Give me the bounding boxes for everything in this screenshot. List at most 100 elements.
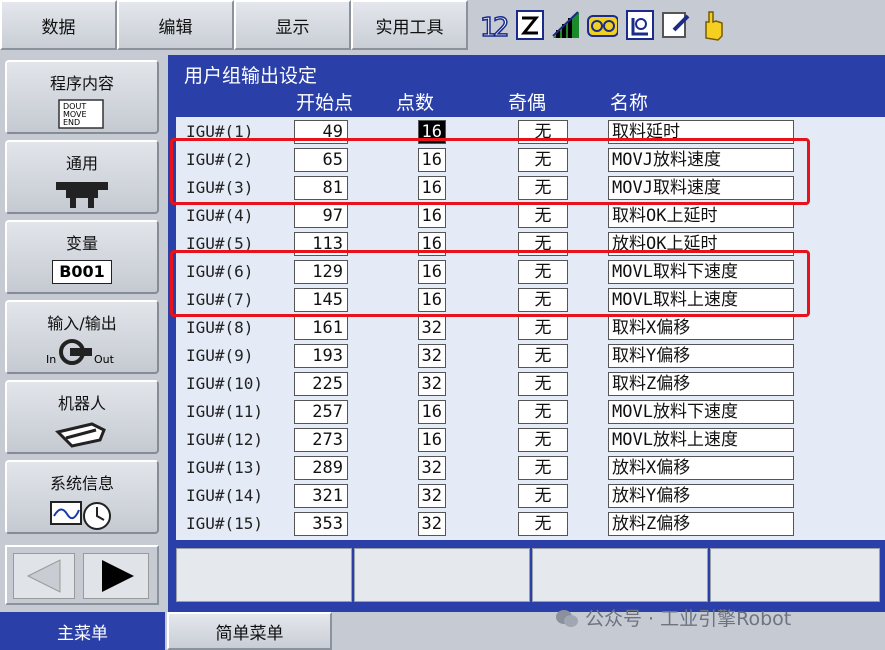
speed-level-icon [550,8,582,42]
row-label: IGU#(8) [186,318,254,337]
row-label: IGU#(13) [186,458,264,477]
wechat-icon [556,609,578,627]
point-count-field[interactable]: 16 [418,428,446,452]
page-edit-icon [660,8,692,42]
parity-field[interactable]: 无 [518,204,568,228]
system-info-icon [49,498,115,534]
row-label: IGU#(10) [186,374,264,393]
parity-field[interactable]: 无 [518,456,568,480]
name-field[interactable]: 取料Z偏移 [608,372,794,396]
status-cell [532,548,708,602]
name-field[interactable]: 取料X偏移 [608,316,794,340]
axis-group-icon: 12 [478,8,510,42]
parity-field[interactable]: 无 [518,316,568,340]
start-point-field[interactable]: 321 [294,484,348,508]
tab-main-menu[interactable]: 主菜单 [0,612,165,650]
sidebar-item-program-content[interactable]: 程序内容 DOUT MOVE END [5,60,159,134]
start-point-field[interactable]: 353 [294,512,348,536]
table-row: IGU#(8) 161 32 无 取料X偏移 [176,314,885,342]
point-count-field[interactable]: 32 [418,484,446,508]
name-field[interactable]: 取料OK上延时 [608,204,794,228]
parity-field[interactable]: 无 [518,400,568,424]
start-point-field[interactable]: 225 [294,372,348,396]
parity-field[interactable]: 无 [518,344,568,368]
prev-page-button[interactable] [13,553,75,599]
status-cell [354,548,530,602]
name-field[interactable]: MOVL放料上速度 [608,428,794,452]
sidebar: 程序内容 DOUT MOVE END 通用 变量 B001 输入/输出 In Out… [0,55,165,615]
io-in-label: In [46,353,57,366]
start-point-field[interactable]: 161 [294,316,348,340]
sidebar-item-label: 通用 [65,154,98,173]
row-label: IGU#(14) [186,486,264,505]
next-page-button[interactable] [83,553,149,599]
point-count-field[interactable]: 16 [418,400,446,424]
point-count-field[interactable]: 32 [418,372,446,396]
status-cell [176,548,352,602]
parity-field[interactable]: 无 [518,484,568,508]
column-header-parity: 奇偶 [508,92,547,114]
menu-edit-button[interactable]: 编辑 [117,0,234,50]
row-label: IGU#(12) [186,430,264,449]
sidebar-item-label: 变量 [65,234,98,253]
watermark-text: 公众号 · 工业引擎Robot [585,608,792,630]
variable-icon: B001 [52,260,112,284]
sidebar-item-general[interactable]: 通用 [5,140,159,214]
watermark: 公众号 · 工业引擎Robot [555,604,791,631]
sidebar-item-label: 程序内容 [49,74,114,93]
start-point-field[interactable]: 257 [294,400,348,424]
table-row: IGU#(14) 321 32 无 放料Y偏移 [176,482,885,510]
name-field[interactable]: 放料X偏移 [608,456,794,480]
io-icon: In Out [42,336,122,370]
table-row: IGU#(10) 225 32 无 取料Z偏移 [176,370,885,398]
row-label: IGU#(11) [186,402,264,421]
column-header-points: 点数 [396,92,435,114]
table-row: IGU#(15) 353 32 无 放料Z偏移 [176,510,885,538]
table-row: IGU#(12) 273 16 无 MOVL放料上速度 [176,426,885,454]
sidebar-item-label: 输入/输出 [47,314,117,333]
start-point-field[interactable]: 289 [294,456,348,480]
menu-display-button[interactable]: 显示 [234,0,351,50]
page-title: 用户组输出设定 [184,65,318,87]
start-point-field[interactable]: 97 [294,204,348,228]
name-field[interactable]: 取料Y偏移 [608,344,794,368]
teach-mode-icon [514,8,546,42]
coordinate-system-icon [624,8,656,42]
point-count-field[interactable]: 32 [418,512,446,536]
menu-data-button[interactable]: 数据 [0,0,117,50]
sidebar-item-variable[interactable]: 变量 B001 [5,220,159,294]
program-doc-icon: DOUT MOVE END [57,98,107,134]
security-level-icon [586,8,618,42]
column-header-start: 开始点 [296,92,354,114]
status-icon-bar: 12 [470,0,885,52]
arrow-left-icon [26,559,61,593]
svg-text:END: END [63,118,80,127]
start-point-field[interactable]: 273 [294,428,348,452]
table-row: IGU#(11) 257 16 无 MOVL放料下速度 [176,398,885,426]
point-count-field[interactable]: 32 [418,316,446,340]
parity-field[interactable]: 无 [518,428,568,452]
point-count-field[interactable]: 16 [418,204,446,228]
sidebar-item-system-info[interactable]: 系统信息 [5,460,159,534]
gripper-icon [52,178,112,214]
highlight-box [170,250,810,317]
sidebar-item-io[interactable]: 输入/输出 In Out [5,300,159,374]
name-field[interactable]: 放料Y偏移 [608,484,794,508]
point-count-field[interactable]: 32 [418,456,446,480]
menu-utility-button[interactable]: 实用工具 [351,0,468,50]
parity-field[interactable]: 无 [518,512,568,536]
svg-text:2: 2 [493,13,510,42]
hand-pointer-icon [696,8,728,42]
robot-arm-icon [52,418,112,454]
sidebar-item-robot[interactable]: 机器人 [5,380,159,454]
status-cell [710,548,880,602]
table-row: IGU#(9) 193 32 无 取料Y偏移 [176,342,885,370]
tab-simple-menu[interactable]: 简单菜单 [167,612,332,650]
start-point-field[interactable]: 193 [294,344,348,368]
name-field[interactable]: MOVL放料下速度 [608,400,794,424]
column-header-name: 名称 [610,92,649,114]
name-field[interactable]: 放料Z偏移 [608,512,794,536]
point-count-field[interactable]: 32 [418,344,446,368]
row-label: IGU#(9) [186,346,254,365]
parity-field[interactable]: 无 [518,372,568,396]
